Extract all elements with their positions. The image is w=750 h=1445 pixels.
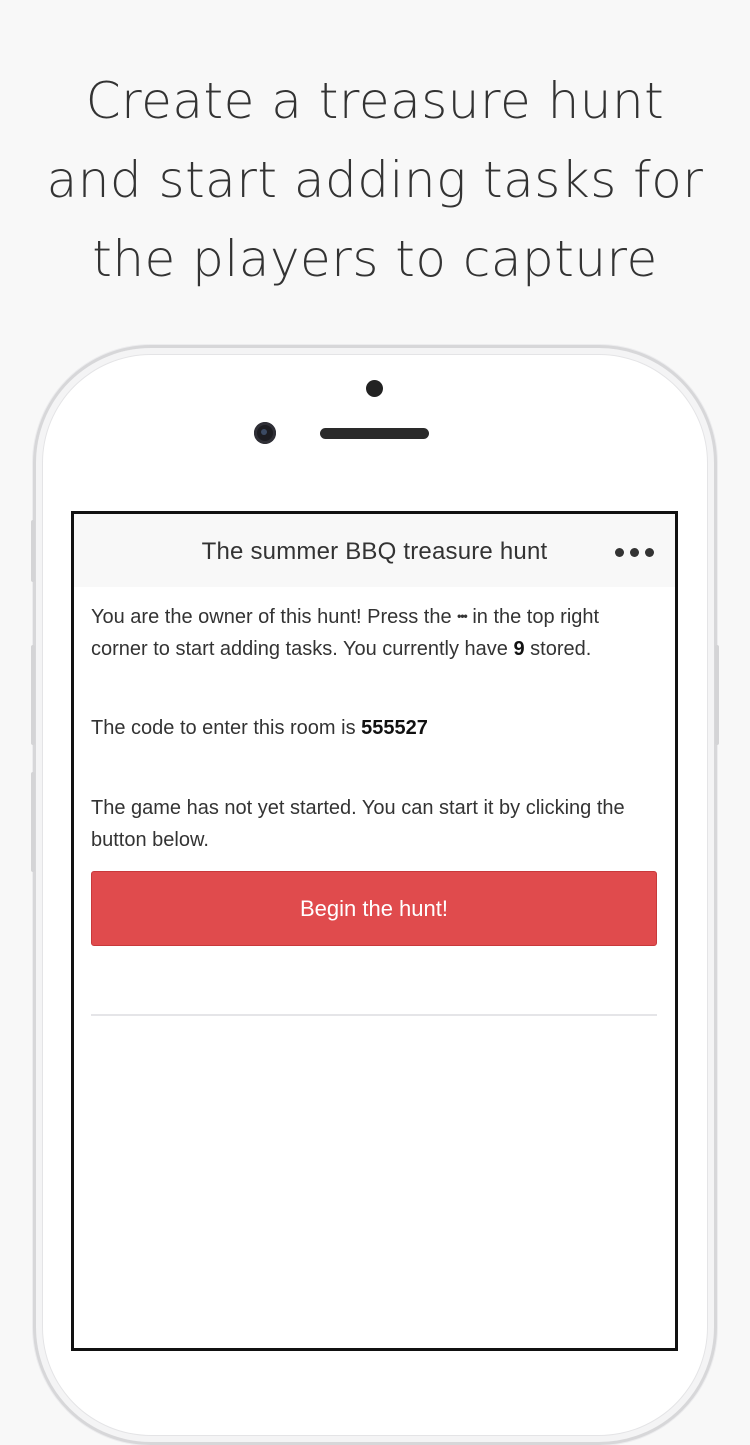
more-dot-icon bbox=[630, 548, 639, 557]
phone-volume-down-button bbox=[31, 772, 35, 872]
phone-volume-up-button bbox=[31, 645, 35, 745]
room-code-label: The code to enter this room is bbox=[91, 717, 362, 739]
headline-line-3: the players to capture bbox=[92, 230, 658, 288]
game-status-text: The game has not yet started. You can st… bbox=[91, 797, 625, 851]
front-camera-icon bbox=[254, 422, 276, 444]
more-dot-icon bbox=[645, 548, 654, 557]
marketing-headline: Create a treasure hunt and start adding … bbox=[0, 62, 750, 299]
begin-hunt-button[interactable]: Begin the hunt! bbox=[91, 871, 657, 946]
owner-notice: You are the owner of this hunt! Press th… bbox=[91, 600, 661, 665]
more-inline-icon: ••• bbox=[457, 609, 468, 623]
headline-line-2: and start adding tasks for bbox=[46, 151, 704, 209]
earpiece-speaker bbox=[320, 428, 429, 439]
task-count: 9 bbox=[513, 638, 525, 660]
room-code-line: The code to enter this room is 555527 bbox=[91, 712, 661, 744]
divider bbox=[91, 1014, 657, 1016]
page-title: The summer BBQ treasure hunt bbox=[201, 538, 548, 565]
room-code: 555527 bbox=[361, 717, 428, 739]
more-dot-icon bbox=[615, 548, 624, 557]
headline-line-1: Create a treasure hunt bbox=[85, 72, 665, 130]
more-options-button[interactable] bbox=[615, 540, 655, 564]
app-header: The summer BBQ treasure hunt bbox=[74, 514, 675, 587]
phone-screen: The summer BBQ treasure hunt You are the… bbox=[71, 511, 678, 1351]
phone-power-button bbox=[715, 645, 719, 745]
proximity-sensor bbox=[366, 380, 383, 397]
owner-notice-text: You are the owner of this hunt! Press th… bbox=[91, 606, 458, 628]
owner-notice-end: stored. bbox=[524, 638, 592, 660]
phone-mute-switch bbox=[31, 520, 35, 582]
